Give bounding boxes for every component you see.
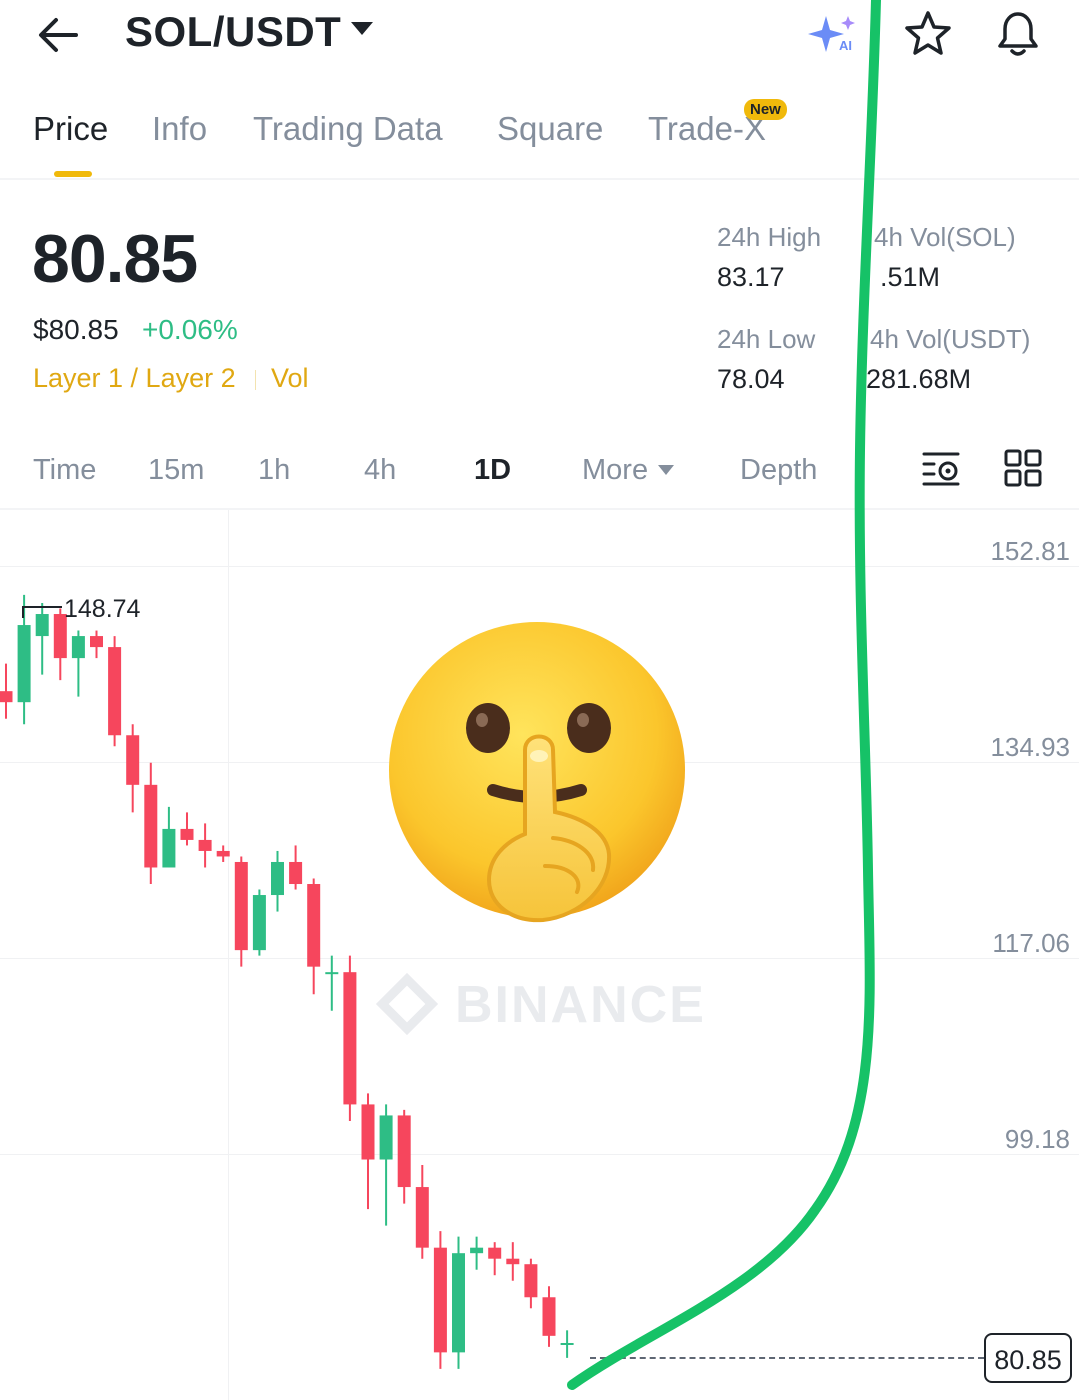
shushing-face-emoji (385, 622, 690, 927)
